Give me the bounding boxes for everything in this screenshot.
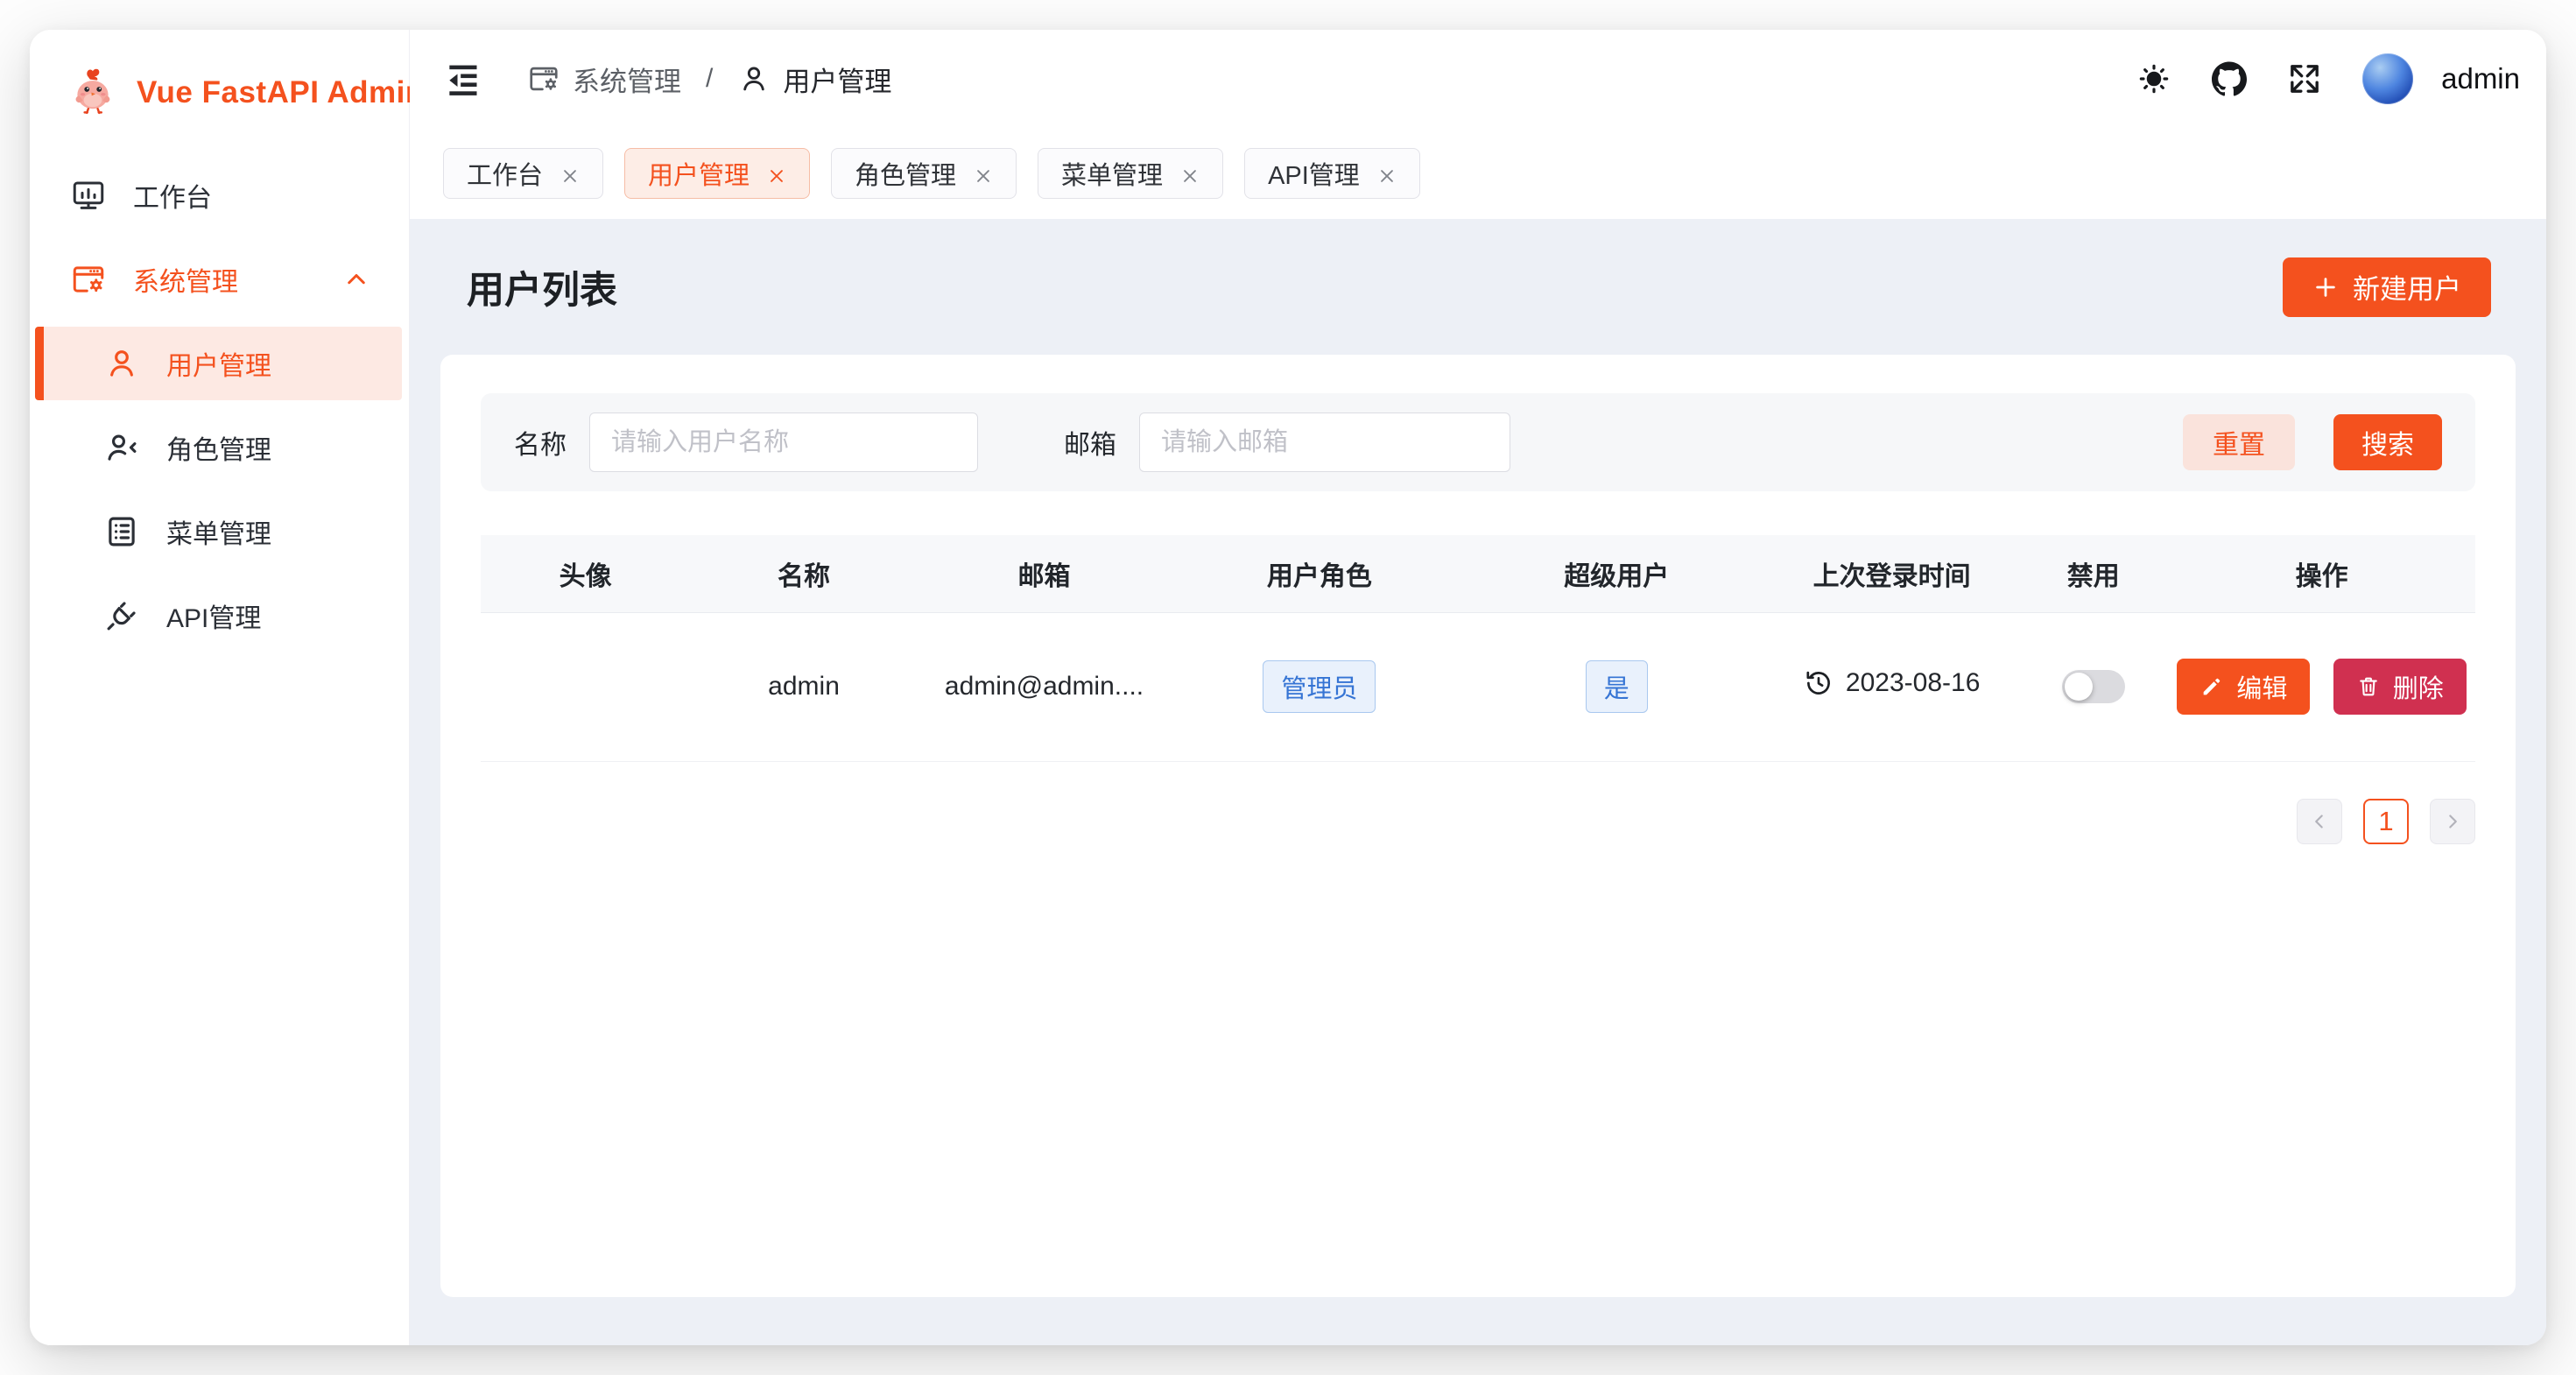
name-filter-input[interactable] bbox=[589, 412, 978, 472]
sidebar-item-workbench[interactable]: 工作台 bbox=[35, 159, 402, 232]
tab-bar: 工作台 用户管理 角色管理 菜单管理 API管理 bbox=[410, 128, 2546, 219]
col-disabled: 禁用 bbox=[2018, 535, 2168, 612]
disable-toggle[interactable] bbox=[2062, 670, 2125, 703]
col-actions: 操作 bbox=[2168, 535, 2475, 612]
sidebar-collapse-icon[interactable] bbox=[443, 60, 482, 98]
name-filter-label: 名称 bbox=[514, 423, 567, 462]
delete-button[interactable]: 删除 bbox=[2333, 659, 2467, 715]
close-icon[interactable] bbox=[974, 164, 993, 183]
table-row: admin admin@admin.... 管理员 是 bbox=[481, 612, 2475, 761]
cell-avatar bbox=[481, 612, 690, 761]
sidebar-item-label: 角色管理 bbox=[166, 428, 271, 467]
sidebar-item-role-management[interactable]: 角色管理 bbox=[35, 411, 402, 484]
filter-bar: 名称 邮箱 重置 搜索 bbox=[481, 393, 2475, 491]
create-user-button[interactable]: 新建用户 bbox=[2283, 257, 2491, 317]
sidebar-item-label: API管理 bbox=[166, 596, 261, 635]
col-name: 名称 bbox=[690, 535, 918, 612]
breadcrumb-system[interactable]: 系统管理 bbox=[527, 60, 681, 99]
sidebar-item-label: 用户管理 bbox=[166, 344, 271, 383]
close-icon[interactable] bbox=[1377, 164, 1397, 183]
github-icon[interactable] bbox=[2212, 61, 2247, 96]
role-tag: 管理员 bbox=[1263, 660, 1376, 713]
sidebar-item-label: 菜单管理 bbox=[166, 512, 271, 551]
page-title: 用户列表 bbox=[467, 260, 617, 314]
close-icon[interactable] bbox=[1180, 164, 1200, 183]
tab-user-management[interactable]: 用户管理 bbox=[624, 148, 810, 199]
reset-button[interactable]: 重置 bbox=[2183, 414, 2295, 470]
search-button[interactable]: 搜索 bbox=[2333, 414, 2442, 470]
sidebar-item-user-management[interactable]: 用户管理 bbox=[35, 327, 402, 400]
breadcrumb: 系统管理 / 用户管理 bbox=[527, 60, 891, 99]
api-plug-icon bbox=[103, 597, 140, 634]
header-actions: admin bbox=[2136, 53, 2520, 104]
logo[interactable]: Vue FastAPI Admin bbox=[30, 30, 409, 146]
col-role: 用户角色 bbox=[1171, 535, 1467, 612]
system-settings-icon bbox=[527, 62, 560, 95]
workbench-icon bbox=[70, 177, 107, 214]
username-label[interactable]: admin bbox=[2441, 62, 2520, 95]
role-icon bbox=[103, 429, 140, 466]
history-clock-icon bbox=[1804, 668, 1833, 698]
user-avatar[interactable] bbox=[2362, 53, 2413, 104]
chick-logo-icon bbox=[68, 65, 119, 120]
col-email: 邮箱 bbox=[918, 535, 1171, 612]
app-title: Vue FastAPI Admin bbox=[137, 75, 425, 110]
pagination-prev-button[interactable] bbox=[2297, 799, 2342, 844]
tab-api-management[interactable]: API管理 bbox=[1244, 148, 1420, 199]
main-area: 系统管理 / 用户管理 bbox=[410, 30, 2546, 1345]
col-last-login: 上次登录时间 bbox=[1765, 535, 2018, 612]
pagination-page-1[interactable]: 1 bbox=[2363, 799, 2409, 844]
menu-list-icon bbox=[103, 513, 140, 550]
col-avatar: 头像 bbox=[481, 535, 690, 612]
pagination: 1 bbox=[481, 799, 2475, 844]
app-window: Vue FastAPI Admin 工作台 bbox=[30, 30, 2546, 1345]
cell-last-login: 2023-08-16 bbox=[1765, 612, 2018, 761]
chevron-up-icon bbox=[341, 264, 372, 295]
cell-email: admin@admin.... bbox=[918, 612, 1171, 761]
breadcrumb-user[interactable]: 用户管理 bbox=[737, 60, 891, 99]
breadcrumb-separator: / bbox=[700, 64, 718, 94]
table-header-row: 头像 名称 邮箱 用户角色 超级用户 上次登录时间 禁用 操作 bbox=[481, 535, 2475, 612]
sidebar: Vue FastAPI Admin 工作台 bbox=[30, 30, 410, 1345]
table-card: 名称 邮箱 重置 搜索 bbox=[440, 355, 2516, 1297]
tab-role-management[interactable]: 角色管理 bbox=[831, 148, 1017, 199]
edit-button[interactable]: 编辑 bbox=[2177, 659, 2310, 715]
close-icon[interactable] bbox=[767, 164, 786, 183]
user-icon bbox=[103, 345, 140, 382]
cell-actions: 编辑 删除 bbox=[2168, 612, 2475, 761]
cell-superuser: 是 bbox=[1468, 612, 1765, 761]
page-header: 用户列表 新建用户 bbox=[440, 219, 2516, 355]
tab-workbench[interactable]: 工作台 bbox=[443, 148, 603, 199]
superuser-tag: 是 bbox=[1586, 660, 1648, 713]
user-icon bbox=[737, 62, 771, 95]
sidebar-item-api-management[interactable]: API管理 bbox=[35, 579, 402, 652]
content-area: 用户列表 新建用户 名称 邮箱 重置 bbox=[410, 219, 2546, 1345]
cell-role: 管理员 bbox=[1171, 612, 1467, 761]
email-filter-input[interactable] bbox=[1139, 412, 1510, 472]
email-filter-label: 邮箱 bbox=[1064, 423, 1116, 462]
sidebar-item-label: 工作台 bbox=[133, 176, 212, 215]
plus-icon bbox=[2312, 274, 2339, 300]
pencil-icon bbox=[2199, 674, 2224, 699]
sidebar-item-label: 系统管理 bbox=[133, 260, 238, 299]
theme-sun-icon[interactable] bbox=[2136, 61, 2171, 96]
sidebar-item-system[interactable]: 系统管理 bbox=[35, 243, 402, 316]
fullscreen-icon[interactable] bbox=[2287, 61, 2322, 96]
top-header: 系统管理 / 用户管理 bbox=[410, 30, 2546, 128]
trash-icon bbox=[2356, 674, 2381, 699]
sidebar-menu: 工作台 系统管理 bbox=[30, 146, 409, 652]
close-icon[interactable] bbox=[560, 164, 580, 183]
cell-name: admin bbox=[690, 612, 918, 761]
users-table: 头像 名称 邮箱 用户角色 超级用户 上次登录时间 禁用 操作 bbox=[481, 535, 2475, 762]
cell-disabled bbox=[2018, 612, 2168, 761]
system-settings-icon bbox=[70, 261, 107, 298]
sidebar-item-menu-management[interactable]: 菜单管理 bbox=[35, 495, 402, 568]
col-superuser: 超级用户 bbox=[1468, 535, 1765, 612]
pagination-next-button[interactable] bbox=[2430, 799, 2475, 844]
tab-menu-management[interactable]: 菜单管理 bbox=[1038, 148, 1223, 199]
